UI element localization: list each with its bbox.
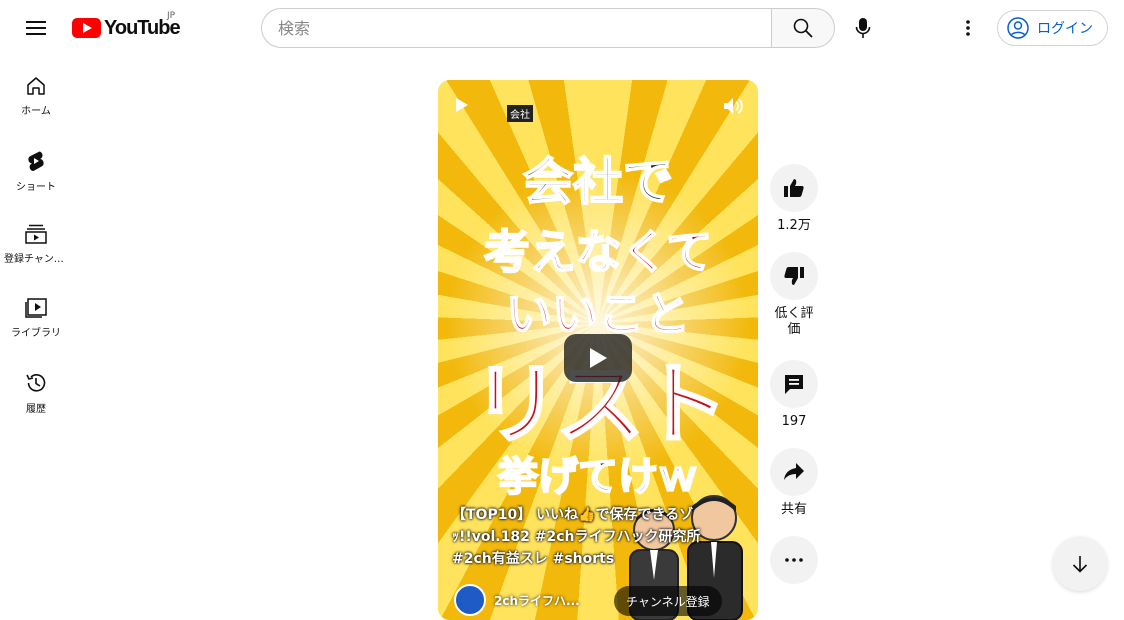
channel-name[interactable]: 2chライフハ... [494,592,580,609]
subscribe-button[interactable]: チャンネル登録 [614,586,722,616]
youtube-logo-icon [72,18,101,38]
logo-region: JP [167,11,176,21]
sidebar-item-subscriptions[interactable]: 登録チャンネル [0,204,72,278]
play-icon [590,348,607,368]
volume-icon [724,98,743,114]
channel-avatar[interactable] [454,584,486,616]
sidebar-item-label: 登録チャンネル [4,254,68,265]
sidebar-item-label: 履歴 [26,404,46,415]
more-horiz-icon [785,558,803,562]
thumbnail-tag: 会社 [507,105,533,122]
play-icon [456,98,468,112]
thumbnail-text-line-2: 考えなくて [483,224,714,280]
history-icon [26,374,46,392]
more-action [769,536,819,584]
share-icon [784,463,804,480]
settings-more-button[interactable] [950,8,986,48]
hamburger-icon [26,21,46,35]
sidebar-item-label: ライブラリ [11,328,61,339]
dislike-action: 低く評価 [769,252,819,338]
sidebar-item-history[interactable]: 履歴 [0,352,72,426]
search-icon [793,18,813,38]
share-action: 共有 [769,448,819,518]
library-icon [25,298,47,318]
like-count: 1.2万 [777,218,811,233]
login-label: ログイン [1037,21,1093,37]
comment-count: 197 [781,414,807,429]
microphone-icon [855,18,871,38]
dislike-button[interactable] [770,252,818,300]
account-icon [1007,17,1029,39]
shorts-player[interactable]: 会社 会社で 考えなくて いいこと リスト 挙げてけｗ 【TOP10】 いいね👍… [438,80,758,620]
more-actions-button[interactable] [770,536,818,584]
comment-icon [785,375,803,394]
play-button[interactable] [454,96,470,118]
share-label: 共有 [780,502,807,517]
thumbs-down-icon [784,267,804,285]
comments-button[interactable] [770,360,818,408]
menu-button[interactable] [18,14,54,42]
like-button[interactable] [770,164,818,212]
dislike-label: 低く評価 [774,306,814,337]
thumbs-up-icon [784,179,804,197]
shorts-icon [28,151,44,171]
search-box [261,8,835,48]
mute-button[interactable] [722,96,744,120]
sidebar-item-shorts[interactable]: ショート [0,130,72,204]
thumbnail-text-line-1: 会社で [522,152,674,212]
sidebar-item-label: ショート [16,182,56,193]
share-button[interactable] [770,448,818,496]
home-icon [27,77,45,95]
video-title[interactable]: 【TOP10】 いいね👍で保存できるゾｯ!!vol.182 #2chライフハック… [452,504,732,570]
arrow-down-icon [1072,556,1088,573]
next-video-button[interactable] [1053,537,1107,591]
like-action: 1.2万 [769,164,819,234]
youtube-logo[interactable]: YouTube JP [72,11,181,41]
search-button[interactable] [771,8,835,48]
voice-search-button[interactable] [843,8,883,48]
more-vert-icon [966,20,970,36]
mini-guide: ホーム ショート 登録チャンネル ライブラリ 履歴 [0,56,72,426]
subscriptions-icon [25,224,47,244]
sidebar-item-home[interactable]: ホーム [0,56,72,130]
sidebar-item-label: ホーム [21,106,51,117]
large-play-button[interactable] [564,334,632,382]
masthead: YouTube JP ログイン [0,0,1124,56]
sidebar-item-library[interactable]: ライブラリ [0,278,72,352]
comment-action: 197 [769,360,819,430]
login-button[interactable]: ログイン [997,10,1108,46]
search-input[interactable] [261,8,772,48]
